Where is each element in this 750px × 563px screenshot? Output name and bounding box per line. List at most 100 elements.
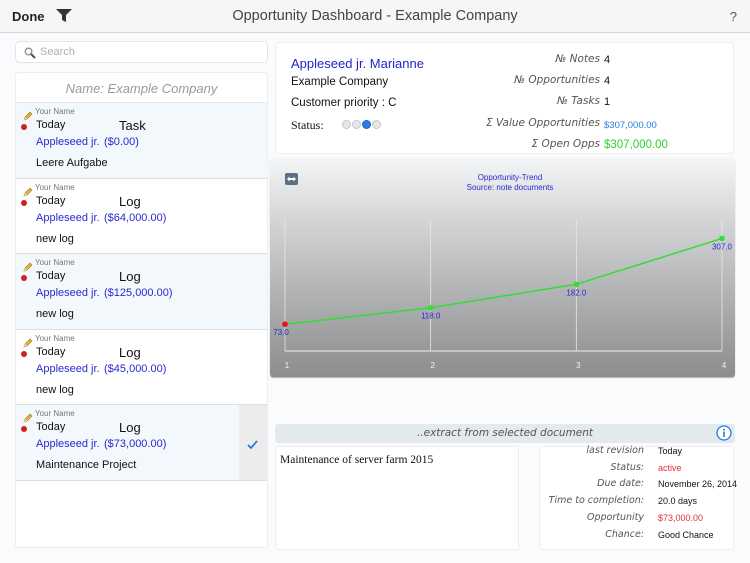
subject-label: Leere Aufgabe [36, 157, 108, 169]
stat-label: Σ Open Opps [531, 137, 600, 150]
stat-label: № Tasks [556, 95, 600, 108]
status-dot-3[interactable] [362, 120, 371, 129]
contact-link[interactable]: Appleseed jr. [36, 363, 100, 375]
type-label: Log [119, 344, 141, 360]
data-point [573, 281, 580, 288]
data-point [282, 321, 288, 328]
stat-row: Σ Value Opportunities $307,000.00 [446, 117, 726, 138]
series-line [284, 237, 723, 325]
pencil-icon [23, 184, 33, 196]
contact-link[interactable]: Appleseed jr. [36, 287, 100, 299]
filter-icon[interactable] [56, 9, 72, 23]
company-label: Example Company [291, 76, 389, 88]
stat-row: № Tasks 1 [446, 95, 726, 116]
page-title: Opportunity Dashboard - Example Company [232, 8, 518, 24]
stat-value: 4 [604, 75, 611, 88]
data-label: 73.0 [273, 328, 289, 337]
detail-label: Opportunity [586, 511, 644, 523]
amount-label: ($73,000.00) [104, 438, 167, 450]
search-field[interactable] [15, 41, 268, 63]
author-label: Your Name [35, 182, 75, 192]
search-icon [24, 46, 36, 59]
chart-canvas: Opportunity-TrendSource: note documents 1… [273, 173, 733, 370]
done-button[interactable]: Done [12, 9, 45, 24]
amount-label: ($64,000.00) [104, 211, 167, 224]
x-tick-label: 3 [576, 361, 581, 370]
type-label: Log [119, 269, 141, 284]
stat-label: № Opportunities [514, 74, 600, 87]
document-text-panel: Maintenance of server farm 2015 [275, 446, 519, 550]
list-header: Name: Example Company [16, 73, 267, 103]
stat-row: Σ Open Opps $307,000.00 [446, 138, 726, 159]
search-input[interactable] [40, 44, 260, 60]
detail-row: Opportunity $73,000.00 [540, 512, 735, 528]
pencil-icon [23, 410, 33, 423]
customer-priority-label: Customer priority : C [291, 97, 397, 109]
author-label: Your Name [35, 107, 75, 116]
help-button[interactable]: ? [730, 9, 737, 24]
detail-row: Time to completion: 20.0 days [540, 495, 735, 511]
detail-label: last revision [586, 445, 644, 456]
detail-row: Status: active [540, 462, 735, 478]
detail-value: $73,000.00 [658, 512, 704, 523]
data-point [427, 304, 434, 311]
contact-link[interactable]: Appleseed jr. [36, 438, 100, 450]
status-dot-1[interactable] [342, 120, 351, 129]
data-point [719, 235, 725, 242]
author-label: Your Name [35, 409, 75, 418]
stat-value: 4 [604, 54, 611, 66]
detail-value: November 26, 2014 [658, 479, 738, 490]
detail-value: 20.0 days [658, 496, 698, 507]
date-label: Today [36, 194, 66, 207]
author-label: Your Name [35, 333, 75, 343]
list-item[interactable]: Your Name Today Log Appleseed jr. ($45,0… [16, 329, 267, 405]
x-tick-label: 4 [722, 361, 727, 370]
list-item[interactable]: Your Name Today Log Appleseed jr. ($64,0… [16, 178, 267, 254]
contact-name-link[interactable]: Appleseed jr. Marianne [291, 56, 424, 71]
list-item[interactable]: Your Name Today Log Appleseed jr. ($73,0… [16, 405, 267, 481]
contact-link[interactable]: Appleseed jr. [36, 136, 100, 148]
stat-label: № Notes [555, 53, 600, 65]
subject-label: Maintenance Project [36, 459, 137, 471]
expand-chart-button[interactable] [285, 173, 298, 185]
author-label: Your Name [35, 258, 75, 267]
detail-value: Today [658, 446, 683, 456]
status-rating[interactable] [342, 120, 381, 129]
subject-label: new log [36, 232, 74, 245]
amount-label: ($0.00) [104, 136, 139, 148]
notes-list: Name: Example Company Your Name Today Ta… [15, 72, 268, 548]
status-dot-icon [21, 350, 27, 357]
status-dot-icon [21, 426, 27, 432]
type-label: Log [119, 193, 141, 209]
subject-label: new log [36, 308, 74, 320]
detail-value: active [658, 462, 682, 473]
data-label: 307.0 [712, 242, 733, 251]
expand-arrows-icon [287, 176, 296, 182]
contact-link[interactable]: Appleseed jr. [36, 212, 100, 224]
stat-value: 1 [604, 96, 611, 109]
data-label: 182.0 [566, 288, 587, 297]
info-icon[interactable] [716, 425, 732, 441]
type-label: Task [119, 118, 146, 133]
extract-label: ..extract from selected document [416, 427, 594, 439]
x-tick-label: 2 [430, 361, 435, 370]
list-item[interactable]: Your Name Today Task Appleseed jr. ($0.0… [16, 103, 267, 179]
date-label: Today [36, 270, 66, 282]
status-dot-2[interactable] [352, 120, 361, 129]
detail-label: Time to completion: [548, 495, 644, 507]
detail-row: Chance: Good Chance [540, 529, 735, 545]
list-item[interactable]: Your Name Today Log Appleseed jr. ($125,… [16, 254, 267, 330]
stat-value: $307,000.00 [604, 119, 657, 131]
subject-label: new log [36, 383, 74, 396]
stats-panel: № Notes 4 № Opportunities 4 № Tasks 1 Σ Value … [446, 53, 726, 159]
detail-label: Due date: [597, 478, 644, 490]
detail-label: Chance: [605, 528, 644, 540]
stat-row: № Opportunities 4 [446, 74, 726, 95]
amount-label: ($45,000.00) [104, 362, 167, 375]
stat-value: $307,000.00 [604, 138, 668, 151]
detail-row: last revision Today [540, 445, 735, 461]
status-dot-icon [21, 124, 27, 130]
status-dot-4[interactable] [372, 120, 381, 129]
navigation-bar: Done Opportunity Dashboard - Example Com… [0, 0, 750, 33]
detail-label: Status: [610, 461, 644, 473]
